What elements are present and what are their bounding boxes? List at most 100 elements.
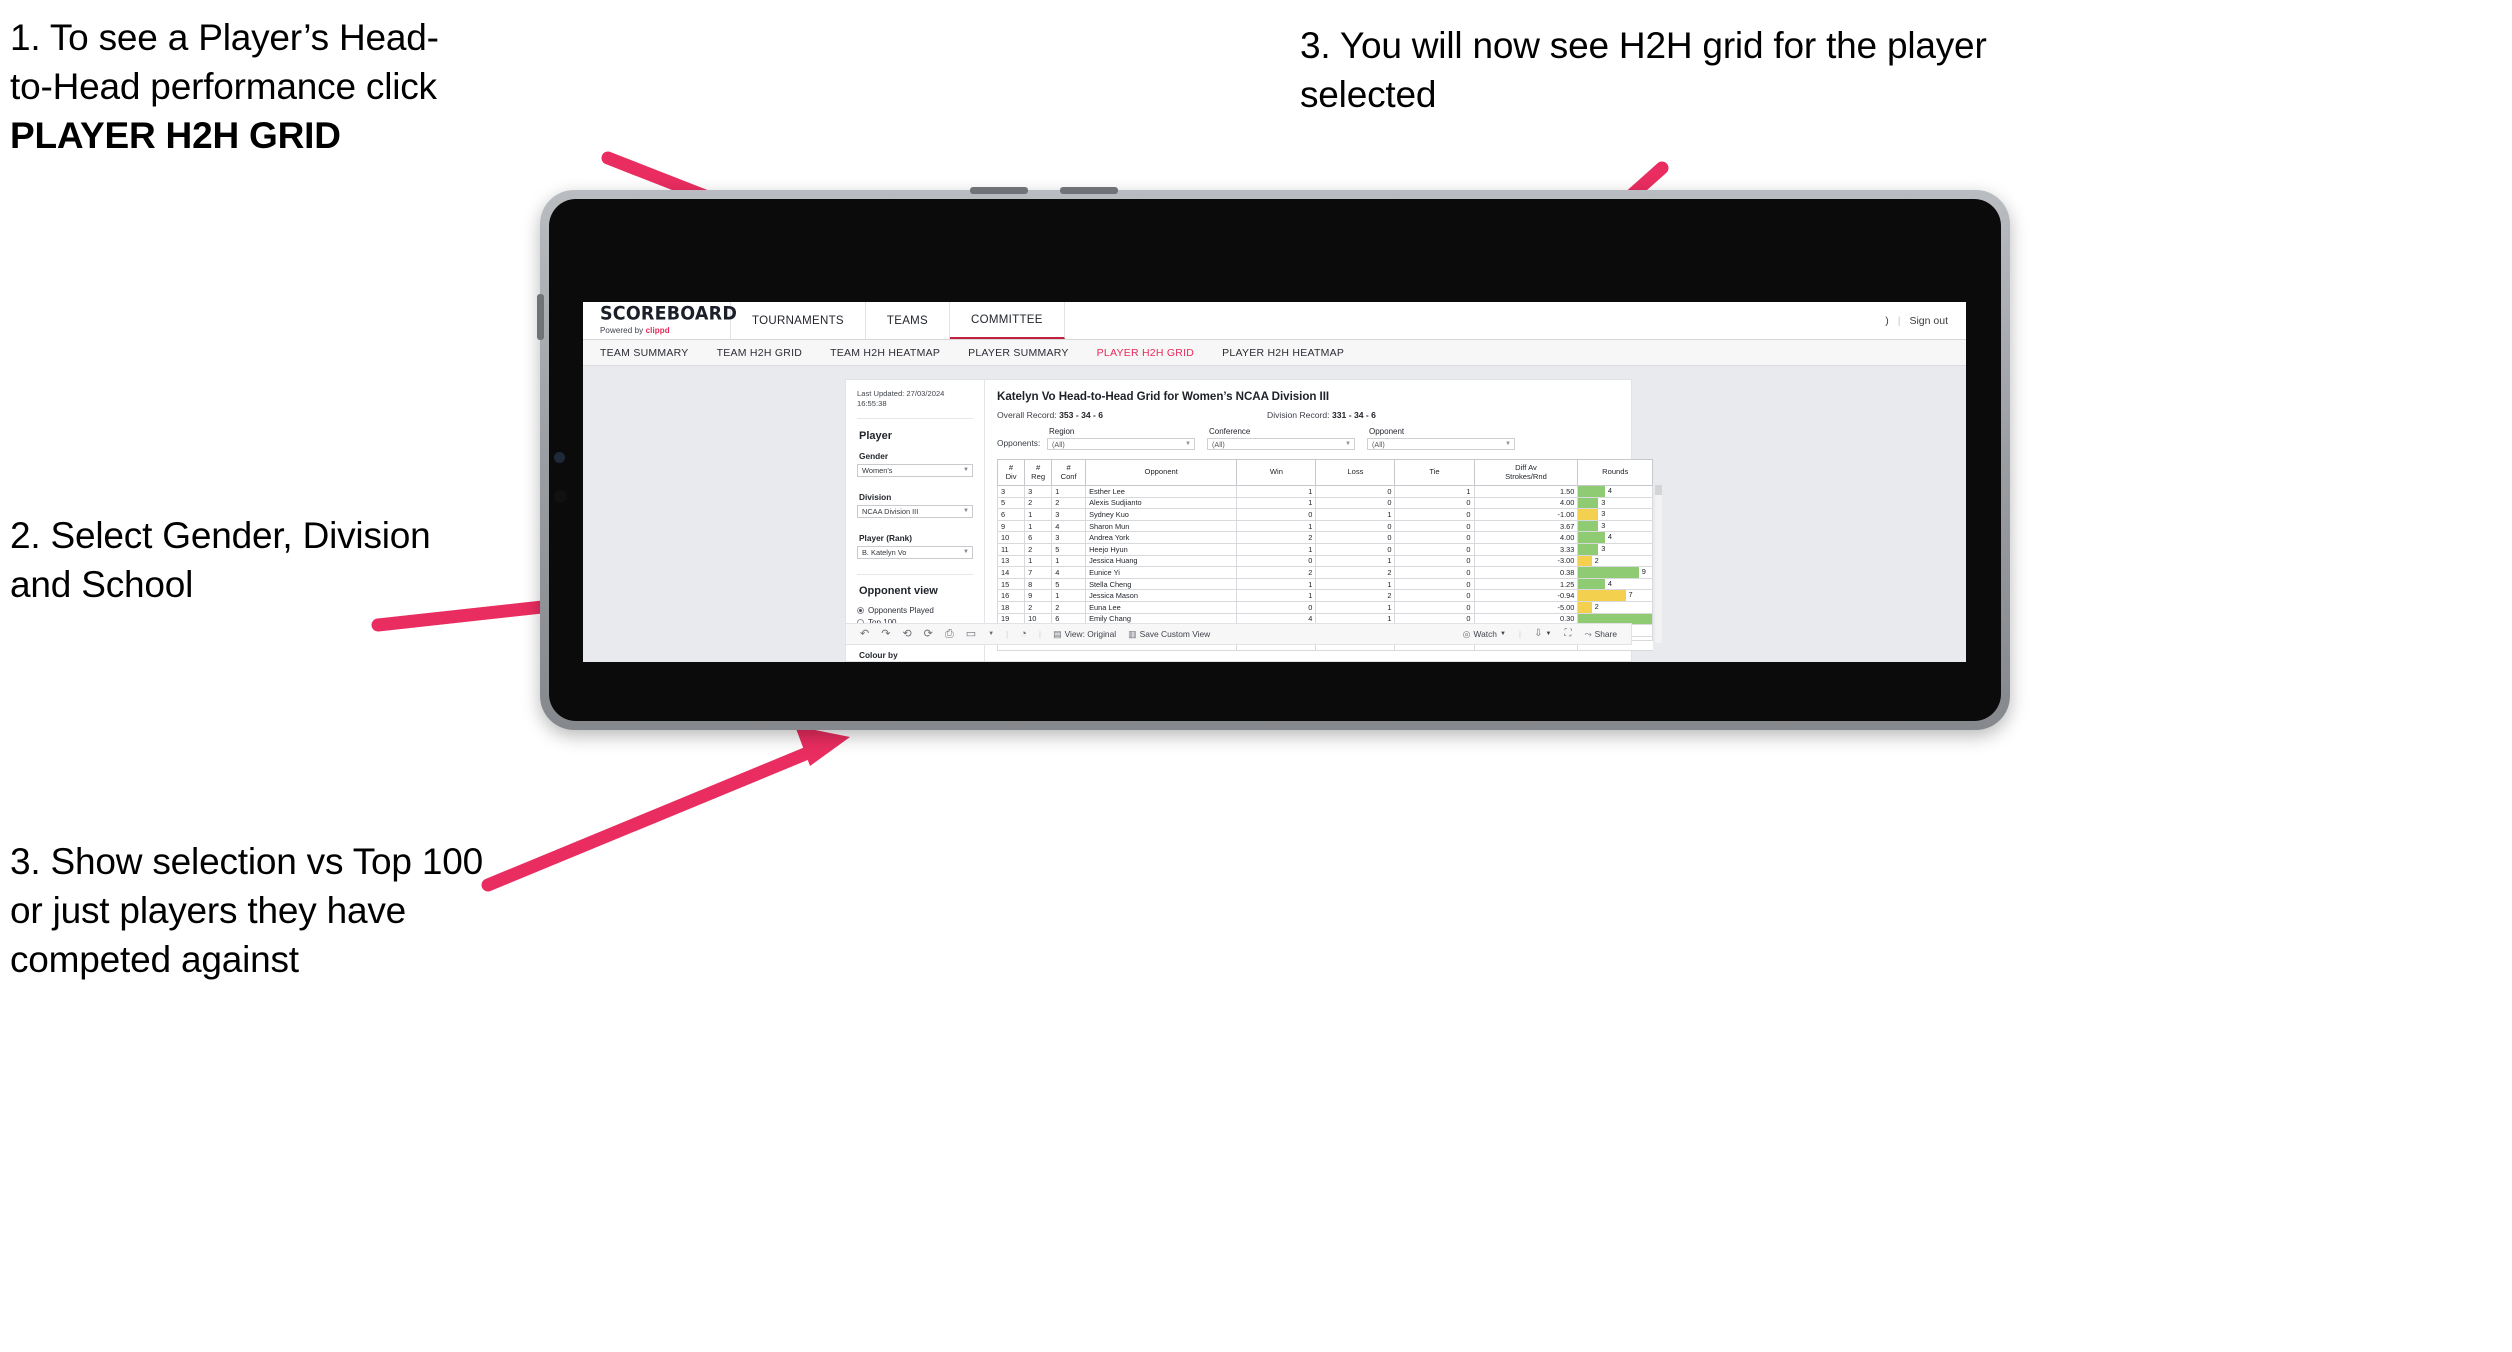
app-viewport: SCOREBOARD Powered by clippd TOURNAMENTS… [583,302,1966,662]
chevron-down-icon: ▼ [1345,441,1351,447]
subnav-item-team-h2h-heatmap[interactable]: TEAM H2H HEATMAP [830,347,940,359]
grid-cell-rank: 5 [1051,578,1087,591]
fullscreen-icon[interactable]: ⛶ [1564,629,1571,639]
records-row: Overall Record: 353 - 34 - 6 Division Re… [997,410,1654,420]
rounds-bar-fill [1578,543,1599,555]
subnav-item-player-summary[interactable]: PLAYER SUMMARY [968,347,1069,359]
table-row[interactable]: 14 7 4 Eunice Yi 2 2 0 0.38 9 [996,566,1653,579]
table-vertical-scrollbar[interactable] [1655,485,1662,643]
refresh-icon[interactable]: ⟳ [924,628,933,640]
tablet-top-button-2 [1060,187,1118,194]
nav-item-committee[interactable]: COMMITTEE [950,302,1065,339]
grid-cell-rank: 18 [996,601,1026,614]
opponents-label: Opponents: [997,438,1041,448]
grid-cell-value: 2 [1315,589,1396,602]
grid-cell-value: 0 [1315,531,1396,544]
grid-cell-value: 1 [1236,520,1317,533]
rounds-bar-label: 3 [1601,509,1606,519]
grid-header-cell[interactable]: Loss [1315,459,1396,486]
table-row[interactable]: 16 9 1 Jessica Mason 1 2 0 -0.94 7 [996,589,1653,602]
subnav-item-team-h2h-grid[interactable]: TEAM H2H GRID [717,347,803,359]
grid-header-cell[interactable]: # Conf [1051,459,1087,486]
subnav-item-player-h2h-heatmap[interactable]: PLAYER H2H HEATMAP [1222,347,1344,359]
table-row[interactable]: 13 1 1 Jessica Huang 0 1 0 -3.00 2 [996,555,1653,568]
chevron-down-icon[interactable]: ▼ [988,631,994,637]
grid-header-cell[interactable]: # Reg [1024,459,1053,486]
grid-header-cell[interactable]: Tie [1394,459,1475,486]
grid-header-cell[interactable]: Diff Av Strokes/Rnd [1473,459,1579,486]
undo-icon[interactable]: ↶ [860,628,869,640]
overall-record: Overall Record: 353 - 34 - 6 [997,410,1267,420]
annotation-step-1-bold: PLAYER H2H GRID [10,114,341,156]
grid-cell-opponent: Eunice Yi [1085,566,1238,579]
share-button[interactable]: ⤳ Share [1584,629,1617,639]
page-title: Katelyn Vo Head-to-Head Grid for Women’s… [997,390,1330,403]
panel-divider [857,573,973,575]
arrow-to-opponent-view [481,726,850,892]
grid-header-cell[interactable]: Rounds [1577,459,1653,486]
division-record-value: 331 - 34 - 6 [1331,410,1376,420]
table-row[interactable]: 10 6 3 Andrea York 2 0 0 4.00 4 [996,531,1653,544]
rounds-bar-label: 3 [1601,520,1606,530]
table-row[interactable]: 5 2 2 Alexis Sudjianto 1 0 0 4.00 3 [996,497,1653,510]
table-row[interactable]: 11 2 5 Heejo Hyun 1 0 0 3.33 3 [996,543,1653,556]
subnav-item-player-h2h-grid[interactable]: PLAYER H2H GRID [1097,347,1195,359]
revert-icon[interactable]: ⟲ [902,628,911,640]
grid-cell-rank: 7 [1024,566,1053,579]
annotation-step-2: 2. Select Gender, Division and School [10,515,431,605]
nav-item-teams[interactable]: TEAMS [866,302,951,339]
grid-cell-rank: 2 [1024,497,1053,510]
opponent-select[interactable]: (All) ▼ [1367,438,1515,450]
view-icon: ▤ [1053,628,1062,639]
region-select[interactable]: (All) ▼ [1047,438,1195,450]
grid-cell-rank: 9 [996,520,1026,533]
save-custom-view-button[interactable]: ▥ Save Custom View [1128,629,1210,639]
watch-icon: ◎ [1462,628,1471,639]
sign-out-link[interactable]: Sign out [1909,315,1948,327]
table-row[interactable]: 6 1 3 Sydney Kuo 0 1 0 -1.00 3 [996,508,1653,521]
region-label: Region [1049,427,1075,436]
conference-select[interactable]: (All) ▼ [1207,438,1355,450]
redo-icon[interactable]: ↷ [881,628,890,640]
player-rank-value: B. Katelyn Vo [862,547,907,557]
grid-header-cell[interactable]: # Div [996,459,1026,486]
grid-cell-value: 1.50 [1473,485,1579,498]
dashboard-canvas: Last Updated: 27/03/2024 16:55:38 Player… [583,366,1966,662]
tablet-device-frame: SCOREBOARD Powered by clippd TOURNAMENTS… [537,187,2010,730]
grid-header-cell[interactable]: Win [1236,459,1317,486]
grid-cell-value: 2 [1236,531,1317,544]
grid-header-cell[interactable]: Opponent [1085,459,1238,486]
download-button[interactable]: ⇩ ▼ [1534,629,1551,639]
grid-cell-value: 1 [1236,589,1317,602]
player-rank-select[interactable]: B. Katelyn Vo ▼ [857,545,973,559]
table-row[interactable]: 15 8 5 Stella Cheng 1 1 0 1.25 4 [996,578,1653,591]
division-value: NCAA Division III [862,506,919,516]
rounds-bar-label: 11 [1652,614,1653,625]
annotation-step-4: 3. You will now see H2H grid for the pla… [1300,25,1987,115]
grid-cell-rank: 3 [1024,485,1053,498]
grid-cell-rank: 3 [996,485,1026,498]
account-icon[interactable]: ) [1885,315,1889,327]
nav-item-tournaments[interactable]: TOURNAMENTS [731,302,866,339]
radio-on-icon [857,606,864,614]
grid-cell-rank: 6 [1024,531,1053,544]
grid-cell-rank: 2 [1051,601,1087,614]
table-row[interactable]: 18 2 2 Euna Lee 0 1 0 -5.00 2 [996,601,1653,614]
radio-opponents-played[interactable]: Opponents Played [857,606,973,615]
grid-cell-rank: 2 [1024,601,1053,614]
subnav-item-team-summary[interactable]: TEAM SUMMARY [600,347,689,359]
alert-icon[interactable]: ◔ [1020,628,1027,640]
pause-icon[interactable]: ⎙ [945,628,954,640]
view-original-button[interactable]: ▤ View: Original [1053,629,1116,639]
division-select[interactable]: NCAA Division III ▼ [857,504,973,518]
table-row[interactable]: 9 1 4 Sharon Mun 1 0 0 3.67 3 [996,520,1653,533]
gender-select[interactable]: Women's ▼ [857,463,973,477]
rounds-bar-label: 4 [1607,486,1613,495]
watch-button[interactable]: ◎ Watch ▼ [1463,629,1506,639]
highlight-icon[interactable]: ▭ [966,628,976,640]
h2h-grid-header-row: # Div # Reg # Conf Opponent Win Loss Tie Diff Av St… [996,459,1653,486]
table-row[interactable]: 3 3 1 Esther Lee 1 0 1 1.50 4 [996,485,1653,498]
scrollbar-thumb[interactable] [1655,485,1662,495]
brand-logo[interactable]: SCOREBOARD Powered by clippd [583,302,737,339]
grid-cell-value: 0 [1394,497,1475,510]
